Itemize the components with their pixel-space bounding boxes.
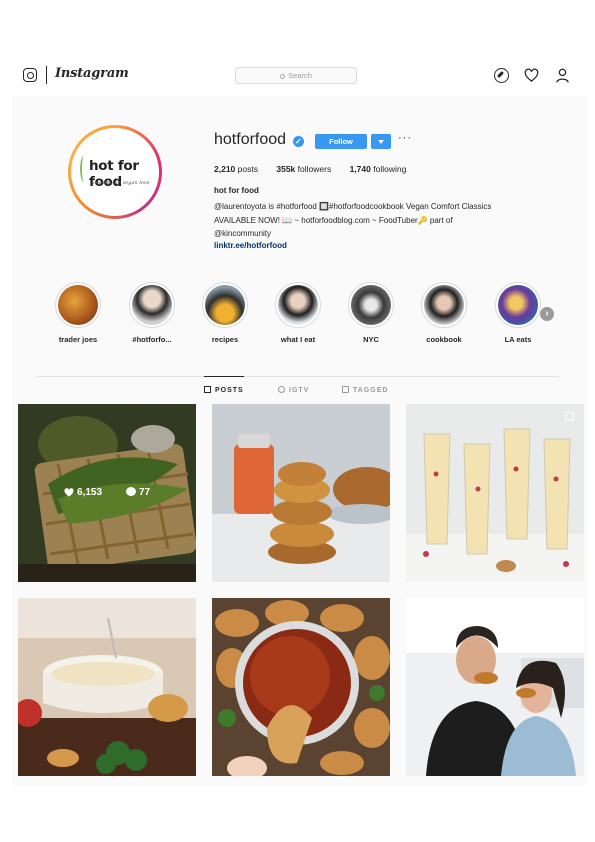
profile-website-link[interactable]: linktr.ee/hotforfood — [214, 241, 287, 250]
tabs-divider — [36, 376, 559, 377]
profile-full-name: hot for food — [214, 186, 259, 195]
story-highlight[interactable]: recipes — [195, 282, 255, 344]
activity-heart-icon[interactable] — [524, 68, 539, 83]
post-image — [406, 404, 584, 582]
post-image — [406, 598, 584, 776]
story-highlight[interactable]: trader joes — [48, 282, 108, 344]
story-highlight[interactable]: LA eats — [488, 282, 548, 344]
follow-button[interactable]: Follow — [315, 134, 367, 149]
leaf-icon — [80, 156, 88, 182]
bio-line: AVAILABLE NOW! 📖 ~ hotforfoodblog.com ~ … — [214, 215, 453, 225]
post-thumbnail[interactable] — [406, 598, 584, 776]
comments-count: 77 — [126, 487, 150, 498]
avatar-tagline: cooking up vegan love — [93, 180, 150, 186]
likes-count: 6,153 — [64, 487, 102, 498]
bio-line: @laurentoyota is #hotforfood 🔲#hotforfoo… — [214, 202, 492, 211]
tagged-icon — [342, 386, 349, 393]
post-thumbnail[interactable] — [212, 598, 390, 776]
multiple-posts-icon — [565, 412, 574, 421]
post-thumbnail[interactable]: 6,153 77 — [18, 404, 196, 582]
tab-posts[interactable]: POSTS — [204, 386, 244, 394]
highlights-next-arrow-icon[interactable]: › — [540, 307, 554, 321]
profile-avatar[interactable]: hot for food cooking up vegan love — [68, 125, 162, 219]
post-thumbnail[interactable] — [18, 598, 196, 776]
story-highlight[interactable]: cookbook — [414, 282, 474, 344]
search-icon — [280, 74, 286, 79]
profile-bio: @laurentoyota is #hotforfood 🔲#hotforfoo… — [214, 200, 559, 241]
followers-stat[interactable]: 355k followers — [276, 164, 331, 174]
profile-username: hotforfood — [214, 131, 287, 148]
suggested-dropdown-button[interactable] — [371, 134, 391, 149]
top-nav: Instagram Search — [0, 62, 595, 90]
nav-divider — [46, 66, 47, 84]
verified-badge-icon: ✓ — [293, 136, 304, 147]
profile-stats: 2,210 posts 355k followers 1,740 followi… — [214, 164, 422, 174]
post-image — [18, 598, 196, 776]
bio-mention-link[interactable]: @kincommunity — [214, 227, 559, 241]
story-highlight[interactable]: what I eat — [268, 282, 328, 344]
search-placeholder: Search — [288, 71, 312, 80]
post-thumbnail[interactable] — [406, 404, 584, 582]
following-stat[interactable]: 1,740 following — [350, 164, 407, 174]
story-highlight[interactable]: NYC — [341, 282, 401, 344]
post-thumbnail[interactable] — [212, 404, 390, 582]
tab-tagged[interactable]: TAGGED — [342, 386, 388, 394]
comment-bubble-icon — [126, 487, 136, 496]
active-tab-indicator — [204, 376, 244, 377]
tab-igtv[interactable]: IGTV — [278, 386, 309, 394]
posts-stat: 2,210 posts — [214, 164, 258, 174]
heart-icon — [64, 488, 74, 497]
instagram-camera-icon[interactable] — [23, 68, 37, 82]
igtv-icon — [278, 386, 285, 393]
post-hover-overlay — [18, 404, 196, 582]
instagram-logo[interactable]: Instagram — [55, 66, 129, 81]
grid-icon — [204, 386, 211, 393]
profile-person-icon[interactable] — [555, 68, 570, 83]
post-image — [212, 404, 390, 582]
explore-compass-icon[interactable] — [494, 68, 509, 83]
more-options-icon[interactable]: ··· — [398, 132, 412, 144]
search-input[interactable]: Search — [235, 67, 357, 84]
story-highlight[interactable]: #hotforfo... — [122, 282, 182, 344]
post-image — [212, 598, 390, 776]
